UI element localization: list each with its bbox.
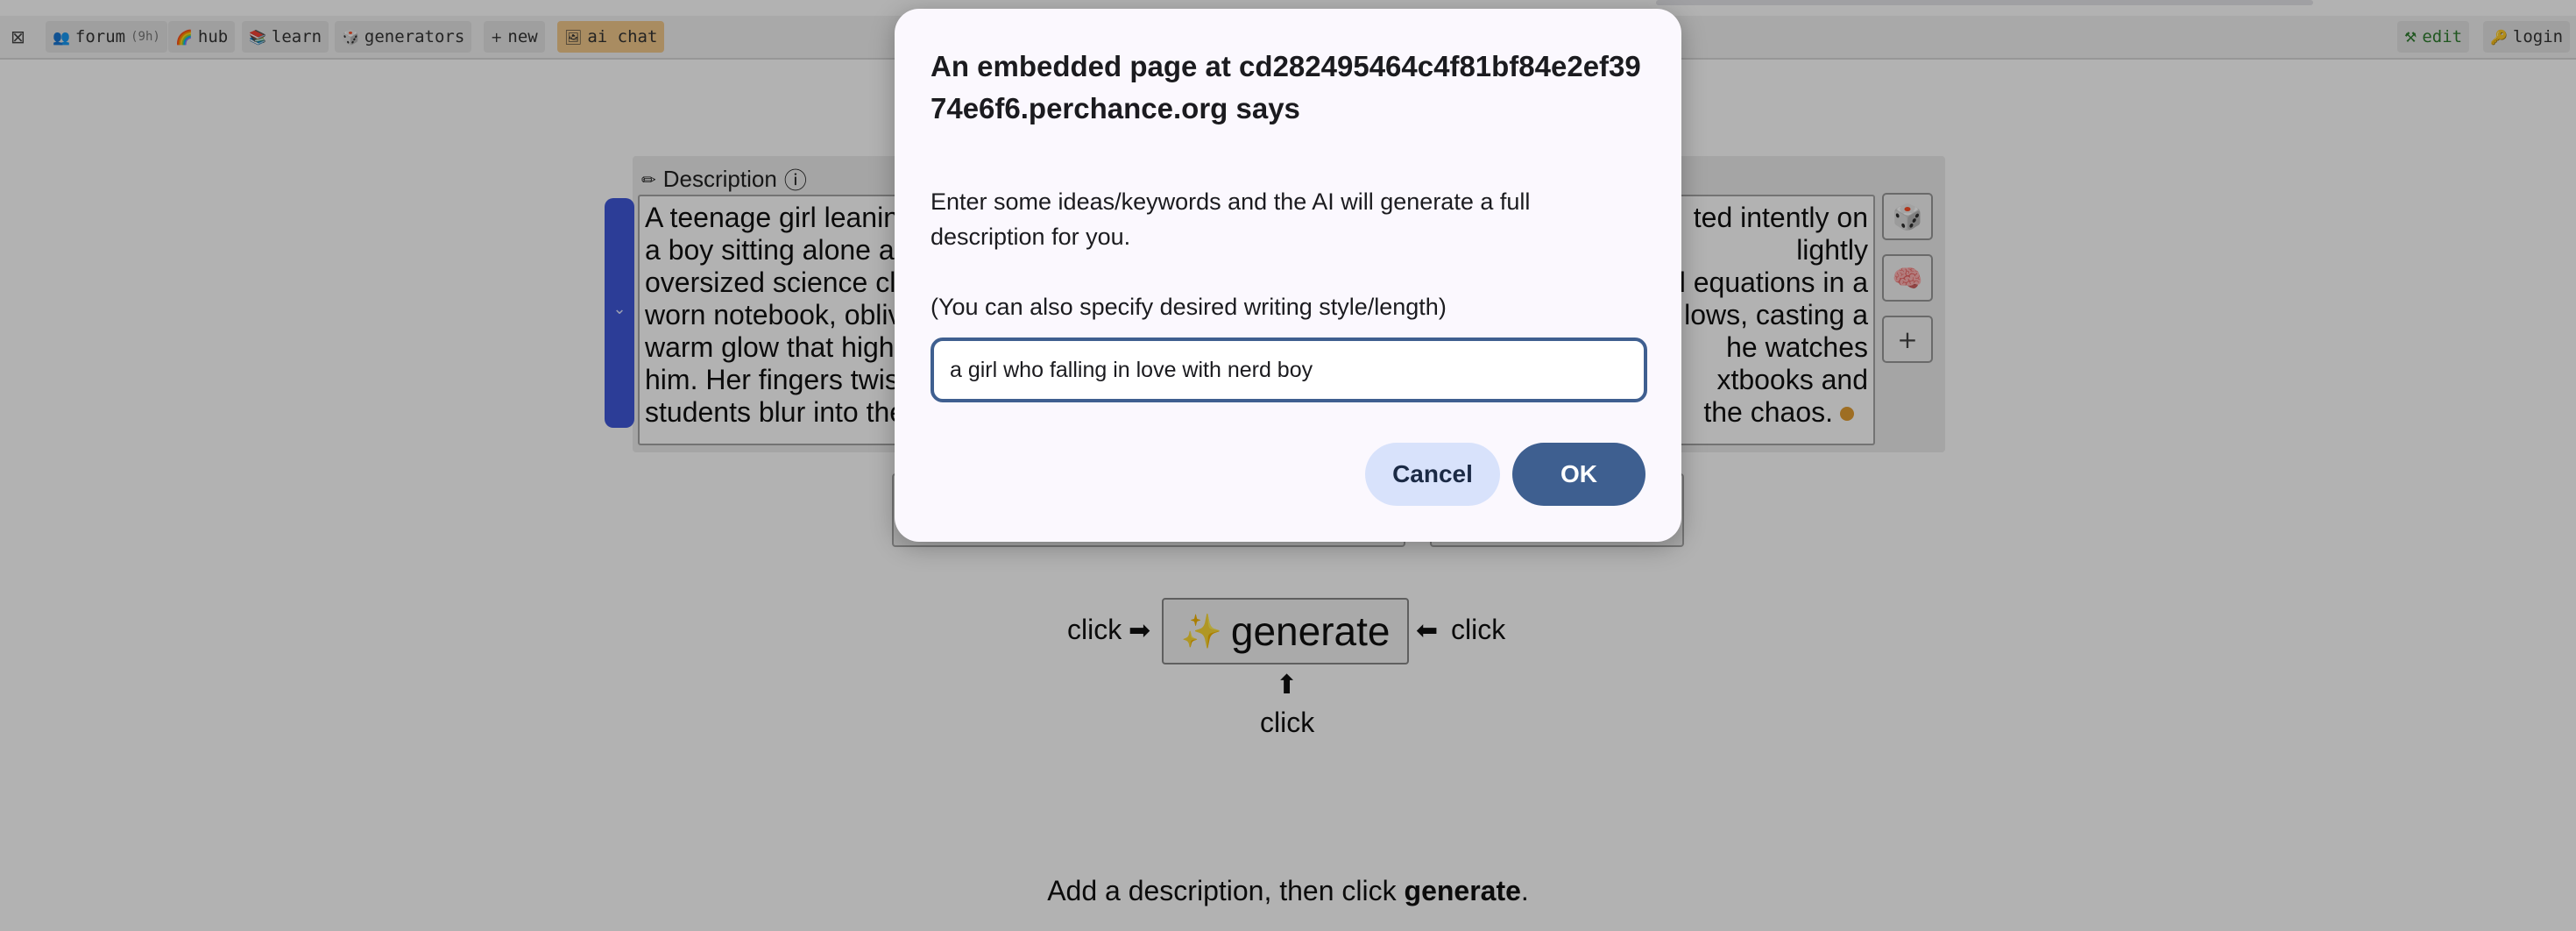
prompt-dialog: An embedded page at cd282495464c4f81bf84…	[895, 9, 1681, 542]
ok-button[interactable]: OK	[1512, 443, 1645, 506]
dialog-body: Enter some ideas/keywords and the AI wil…	[931, 184, 1649, 324]
dialog-title: An embedded page at cd282495464c4f81bf84…	[931, 50, 1641, 124]
dialog-hint: (You can also specify desired writing st…	[931, 294, 1447, 320]
cancel-button[interactable]: Cancel	[1365, 443, 1500, 506]
dialog-message: Enter some ideas/keywords and the AI wil…	[931, 188, 1531, 250]
dialog-text-input[interactable]	[931, 338, 1647, 402]
